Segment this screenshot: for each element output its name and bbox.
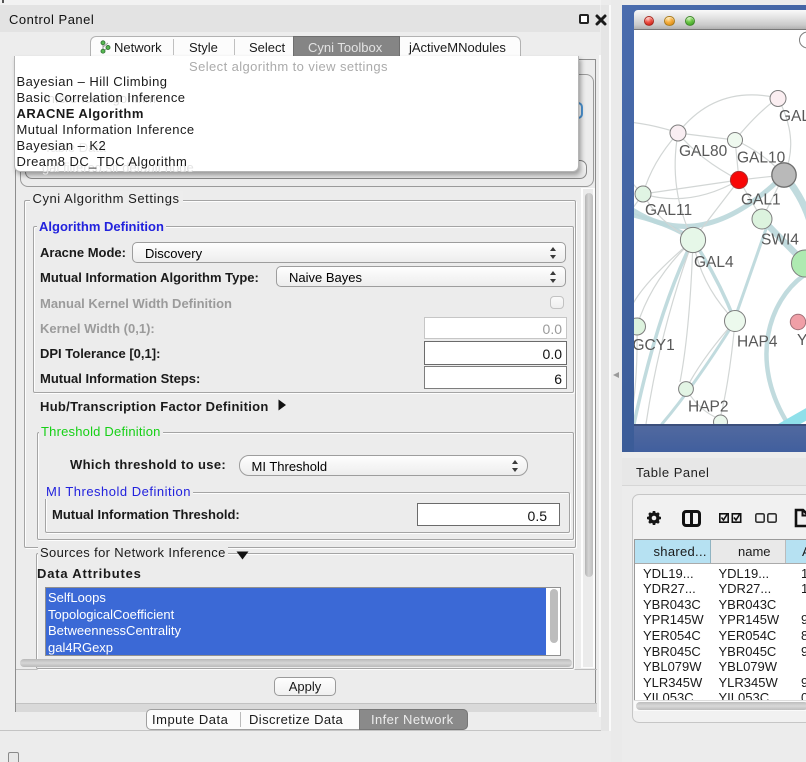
svg-text:GAL2: GAL2: [779, 108, 806, 125]
svg-text:GAL1: GAL1: [741, 192, 781, 209]
svg-text:HAP4: HAP4: [737, 334, 778, 351]
svg-text:GAL10: GAL10: [737, 150, 786, 167]
svg-text:Y: Y: [797, 332, 806, 349]
svg-text:GAL4: GAL4: [694, 254, 734, 271]
svg-text:SWI4: SWI4: [761, 232, 799, 249]
svg-text:GCY1: GCY1: [634, 337, 675, 354]
svg-text:GAL11: GAL11: [645, 202, 692, 219]
svg-text:HAP2: HAP2: [688, 399, 729, 416]
svg-text:GAL80: GAL80: [679, 143, 728, 160]
